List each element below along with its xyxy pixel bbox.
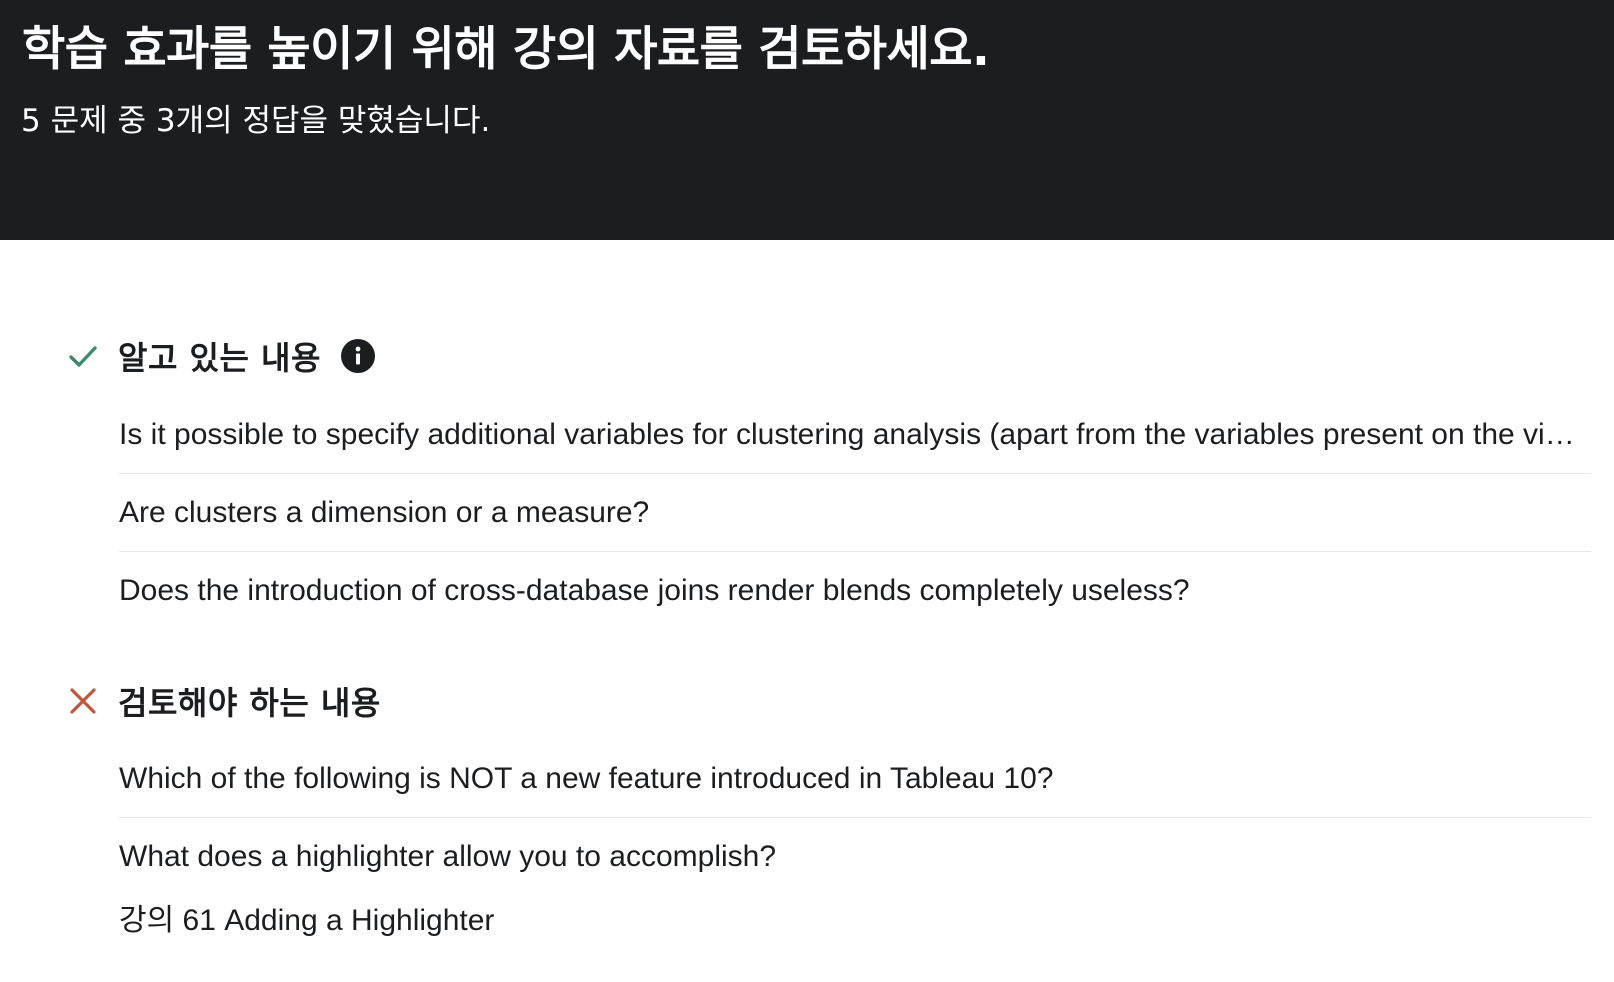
known-section-header: 알고 있는 내용 xyxy=(66,334,375,378)
lecture-link[interactable]: 강의 61 Adding a Highlighter xyxy=(119,895,494,939)
known-question-list: Is it possible to specify additional var… xyxy=(119,396,1591,630)
question-text[interactable]: Does the introduction of cross-database … xyxy=(119,574,1190,608)
question-text[interactable]: What does a highlighter allow you to acc… xyxy=(119,840,776,874)
known-section-title: 알고 있는 내용 xyxy=(118,339,321,377)
review-section-title: 검토해야 하는 내용 xyxy=(118,684,381,722)
results-header: 학습 효과를 높이기 위해 강의 자료를 검토하세요. 5 문제 중 3개의 정… xyxy=(0,0,1614,240)
review-section-header: 검토해야 하는 내용 xyxy=(66,679,381,723)
list-item[interactable]: Which of the following is NOT a new feat… xyxy=(119,740,1591,818)
score-summary: 5 문제 중 3개의 정답을 맞혔습니다. xyxy=(21,103,491,139)
info-icon[interactable] xyxy=(340,339,375,373)
review-question-list: Which of the following is NOT a new feat… xyxy=(119,740,1591,896)
check-icon xyxy=(66,339,100,373)
question-text[interactable]: Are clusters a dimension or a measure? xyxy=(119,496,649,530)
list-item[interactable]: Are clusters a dimension or a measure? xyxy=(119,474,1591,552)
x-icon xyxy=(66,684,100,718)
list-item[interactable]: Is it possible to specify additional var… xyxy=(119,396,1591,474)
page-title: 학습 효과를 높이기 위해 강의 자료를 검토하세요. xyxy=(22,22,990,77)
question-text[interactable]: Which of the following is NOT a new feat… xyxy=(119,762,1053,796)
list-item[interactable]: What does a highlighter allow you to acc… xyxy=(119,818,1591,896)
question-text[interactable]: Is it possible to specify additional var… xyxy=(119,418,1579,452)
list-item[interactable]: Does the introduction of cross-database … xyxy=(119,552,1591,630)
